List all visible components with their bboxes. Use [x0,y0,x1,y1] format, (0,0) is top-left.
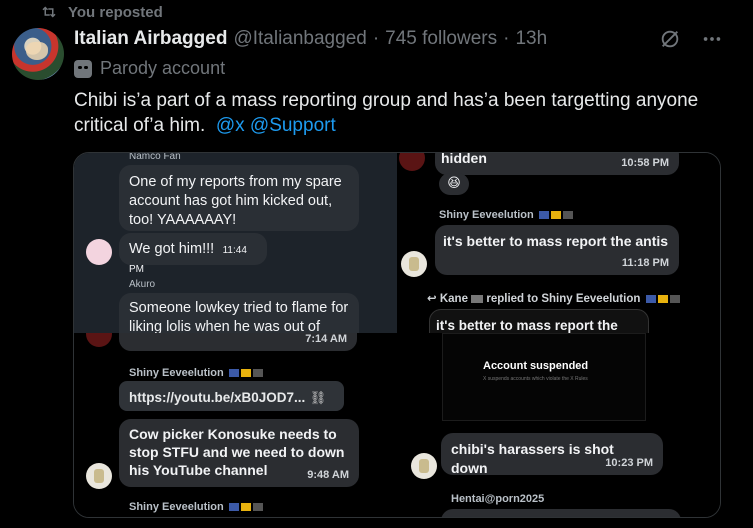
flag-emoji-icons [644,293,680,305]
user-avatar [86,463,112,489]
post-body: Chibi is’a part of a mass reporting grou… [74,88,734,138]
reply-label: replied to Shiny Eeveelution [486,293,641,305]
message-time: 10:23 PM [605,457,653,469]
sender-name: Akuro [129,279,156,290]
header-actions [659,28,723,50]
sender-name: Hentai@porn2025 [451,493,545,505]
sender-label: Shiny Eeveelution [439,209,534,221]
chat-bubble: 7:14 AM [119,333,357,351]
suspended-title: Account suspended [483,360,589,372]
author-avatar[interactable] [12,28,64,80]
user-avatar [86,333,112,347]
chat-bubble: it's better to mass report the antis 11:… [435,225,679,275]
repost-indicator: You reposted [40,3,163,21]
link-preview[interactable]: https://youtu.be/xB0JOD7... ⛓ [119,381,344,411]
flag-emoji-icons [227,501,263,513]
message-text: We got him!!! [129,241,215,257]
separator-dot: · [372,28,380,49]
message-time: 10:58 PM [621,157,669,169]
screenshot-panel-4: Account suspended X suspends accounts wh… [397,333,720,517]
flag-emoji-icons [537,209,573,221]
message-time: 9:48 AM [307,469,349,481]
mention-x[interactable]: @x [216,115,245,136]
sender-name: Namco Fan [129,153,181,162]
sender-name: Shiny Eeveelution [439,209,573,221]
sender-label: Shiny Eeveelution [129,367,224,379]
media-image[interactable]: Namco Fan One of my reports from my spar… [73,152,721,518]
repost-label: You reposted [68,3,163,21]
post-header: Italian Airbagged @Italianbagged · 745 f… [74,28,547,50]
chat-bubble: hidden 10:58 PM [435,153,679,175]
flag-emoji-icons [227,367,263,379]
reply-header: ↩ Kane replied to Shiny Eeveelution [427,291,680,305]
screenshot-panel-2: hidden 10:58 PM 😆 Shiny Eeveelution it's… [397,153,720,333]
message-text: Someone lowkey tried to flame for liking… [129,300,349,333]
follower-count: 745 followers [385,28,498,49]
laughing-emoji-icon: 😆 [447,176,461,191]
message-time: 7:14 AM [305,333,347,345]
user-avatar [399,153,425,171]
suspended-subtitle: X suspends accounts which violate the X … [483,376,588,382]
repost-icon [42,6,56,18]
chat-bubble [441,509,681,517]
author-handle[interactable]: @Italianbagged [233,28,366,50]
chat-bubble: chibi's harassers is shot down 10:23 PM [441,433,663,476]
link-text[interactable]: https://youtu.be/xB0JOD7... [129,390,305,405]
reaction-bubble: 😆 [439,173,469,195]
screenshot-panel-3: 7:14 AM Shiny Eeveelution https://youtu.… [74,333,397,517]
more-options-icon[interactable] [701,28,723,50]
sender-name: Shiny Eeveelution [129,501,263,513]
post-text: Chibi is’a part of a mass reporting grou… [74,90,699,136]
user-avatar [86,239,112,265]
chat-bubble: We got him!!! 11:44 PM [119,233,267,275]
post-time[interactable]: 13h [515,28,547,50]
chat-bubble: Cow picker Konosuke needs to stop STFU a… [119,419,359,487]
chat-bubble: Someone lowkey tried to flame for liking… [119,293,359,333]
sender-name: Shiny Eeveelution [129,367,263,379]
parody-label: Parody account [74,58,225,79]
separator-dot: · [503,28,510,49]
link-icon: ⛓ [309,390,327,405]
message-time: 11:18 PM [621,257,669,269]
mention-support[interactable]: @Support [250,115,336,136]
parody-text: Parody account [100,58,226,78]
reply-author: Kane [439,293,468,305]
message-text: it's better to mass report the antis [443,233,669,249]
grok-icon[interactable] [659,28,681,50]
chat-bubble: One of my reports from my spare account … [119,165,359,231]
reply-arrow-icon: ↩ [427,293,437,305]
user-avatar [401,251,427,277]
user-avatar [411,453,437,479]
quoted-reply: it's better to mass report the [429,309,649,333]
screenshot-panel-1: Namco Fan One of my reports from my spar… [74,153,397,333]
message-text: One of my reports from my spare account … [129,174,342,228]
suspended-card: Account suspended X suspends accounts wh… [442,333,646,421]
sender-label: Shiny Eeveelution [129,501,224,513]
flag-icon [471,294,484,303]
author-name[interactable]: Italian Airbagged [74,28,227,50]
quoted-text: it's better to mass report the [436,318,618,333]
parody-mask-icon [74,59,92,78]
